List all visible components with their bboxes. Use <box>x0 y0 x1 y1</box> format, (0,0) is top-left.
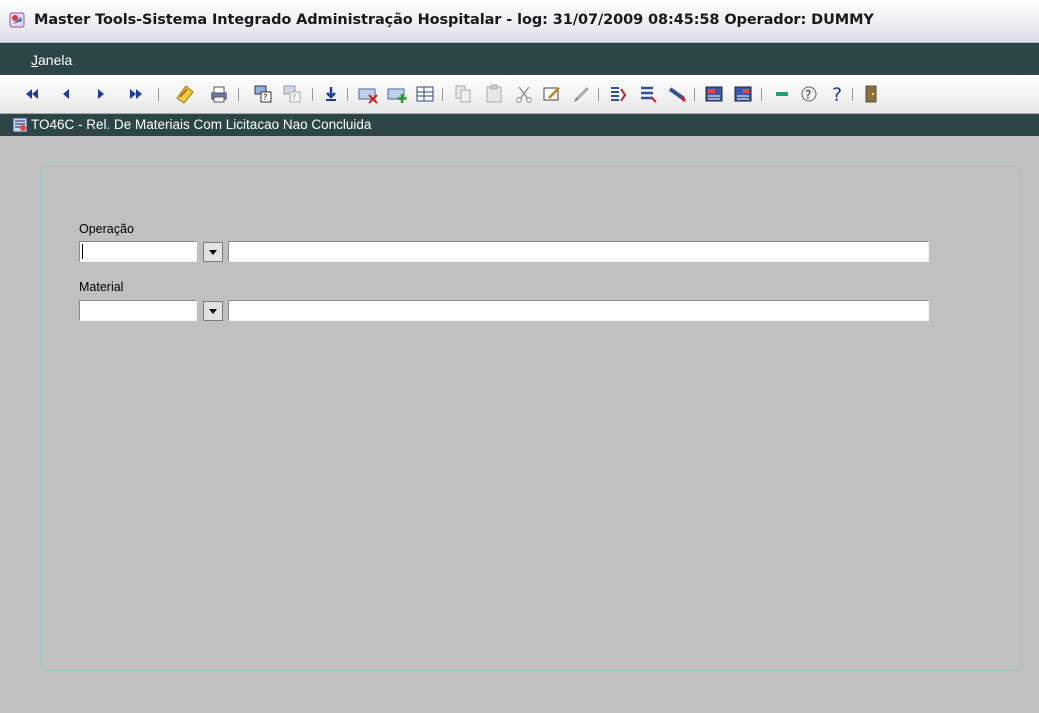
toolbar-separator <box>598 88 599 101</box>
toolbar-separator <box>158 88 159 101</box>
previous-record-icon[interactable] <box>55 83 77 105</box>
edit-disabled-icon[interactable] <box>571 83 593 105</box>
form-window-title: TO46C - Rel. De Materiais Com Licitacao … <box>31 117 372 132</box>
svg-text:?: ? <box>263 93 267 102</box>
last-record-icon[interactable] <box>125 83 147 105</box>
svg-text:?: ? <box>805 88 811 102</box>
toolbar-separator <box>761 88 762 101</box>
insert-record-icon[interactable] <box>386 83 408 105</box>
cut-icon[interactable] <box>513 83 535 105</box>
toolbar-separator <box>312 88 313 101</box>
print-icon[interactable] <box>208 83 230 105</box>
window-title: Master Tools-Sistema Integrado Administr… <box>34 12 874 28</box>
calculator-2-icon[interactable] <box>732 83 754 105</box>
toolbar: ? ? ? ? <box>0 75 1039 114</box>
edit-icon[interactable] <box>541 83 563 105</box>
chevron-down-icon <box>209 250 217 255</box>
form-icon[interactable] <box>637 83 659 105</box>
copy-icon[interactable] <box>452 83 474 105</box>
toolbar-separator <box>694 88 695 101</box>
paste-icon[interactable] <box>483 83 505 105</box>
text-caret <box>82 244 83 259</box>
app-icon <box>9 12 25 28</box>
save-arrow-icon[interactable] <box>320 83 342 105</box>
menu-bar: Janela <box>0 43 1039 75</box>
first-record-icon[interactable] <box>22 83 44 105</box>
svg-text:?: ? <box>292 93 296 102</box>
menu-janela[interactable]: Janela <box>31 52 72 68</box>
title-bar: Master Tools-Sistema Integrado Administr… <box>0 0 1039 43</box>
grid-icon[interactable] <box>414 83 436 105</box>
operacao-list-button[interactable] <box>203 242 223 262</box>
delete-record-icon[interactable] <box>357 83 379 105</box>
toolbar-separator <box>238 88 239 101</box>
operacao-code-field[interactable] <box>79 241 197 262</box>
material-list-button[interactable] <box>203 301 223 321</box>
minimize-icon[interactable] <box>771 83 793 105</box>
menu-janela-label: anela <box>38 52 73 68</box>
material-code-field[interactable] <box>79 300 197 321</box>
open-folder-icon[interactable] <box>174 83 196 105</box>
operacao-label: Operação <box>79 222 134 236</box>
material-description-field[interactable] <box>228 300 929 321</box>
toolbar-separator <box>442 88 443 101</box>
pencil-icon[interactable] <box>666 83 688 105</box>
material-label: Material <box>79 280 124 294</box>
list-icon[interactable] <box>607 83 629 105</box>
toolbar-separator <box>347 88 348 101</box>
form-window-caption: TO46C - Rel. De Materiais Com Licitacao … <box>0 114 1039 136</box>
exit-icon[interactable] <box>860 83 882 105</box>
help-icon[interactable]: ? <box>827 83 849 105</box>
svg-text:?: ? <box>832 84 842 105</box>
chevron-down-icon <box>209 309 217 314</box>
toolbar-separator <box>852 88 853 101</box>
query-icon[interactable]: ? <box>252 83 274 105</box>
help-topics-icon[interactable]: ? <box>798 83 820 105</box>
form-window-icon <box>12 117 28 133</box>
menu-janela-mnemonic: J <box>31 52 38 68</box>
calculator-icon[interactable] <box>703 83 725 105</box>
query-disabled-icon[interactable]: ? <box>281 83 303 105</box>
next-record-icon[interactable] <box>90 83 112 105</box>
operacao-description-field[interactable] <box>228 241 929 262</box>
